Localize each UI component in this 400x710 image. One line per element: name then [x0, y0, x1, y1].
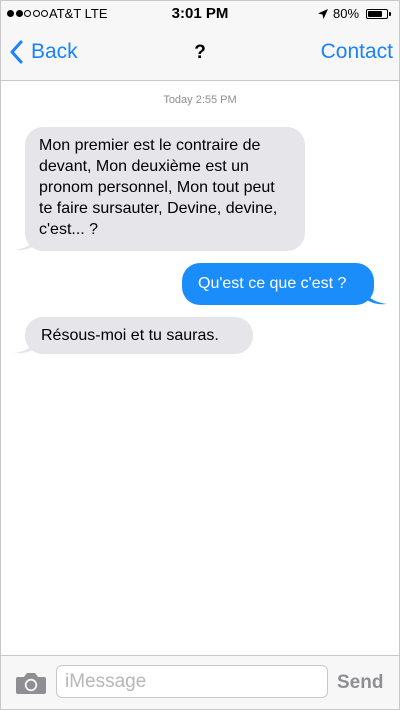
- back-button[interactable]: Back: [9, 40, 78, 64]
- incoming-message-bubble[interactable]: Mon premier est le contraire de devant, …: [25, 127, 305, 251]
- imessage-input[interactable]: [56, 665, 328, 698]
- bubble-tail: [14, 338, 36, 354]
- navigation-bar: Back ? Contact: [1, 27, 399, 81]
- messages-screen: AT&T LTE 3:01 PM 80% Back ? Contact Toda…: [0, 0, 400, 710]
- camera-icon[interactable]: [15, 671, 47, 695]
- battery-icon: [366, 9, 388, 19]
- send-button[interactable]: Send: [337, 672, 383, 694]
- message-composer: Send: [1, 655, 399, 709]
- chevron-left-icon: [10, 40, 23, 64]
- location-arrow-icon: [318, 9, 328, 19]
- battery-percent: 80%: [333, 6, 360, 21]
- outgoing-message-bubble[interactable]: Qu'est ce que c'est ?: [182, 263, 374, 305]
- status-bar: AT&T LTE 3:01 PM 80%: [1, 1, 399, 27]
- battery-level-fill: [368, 11, 382, 17]
- bubble-tail: [14, 235, 36, 251]
- back-label: Back: [31, 40, 78, 63]
- message-timestamp: Today 2:55 PM: [163, 94, 237, 106]
- incoming-message-bubble[interactable]: Résous-moi et tu sauras.: [25, 317, 253, 354]
- bubble-tail: [365, 289, 387, 305]
- battery-tip: [389, 12, 391, 16]
- contact-button[interactable]: Contact: [321, 40, 393, 64]
